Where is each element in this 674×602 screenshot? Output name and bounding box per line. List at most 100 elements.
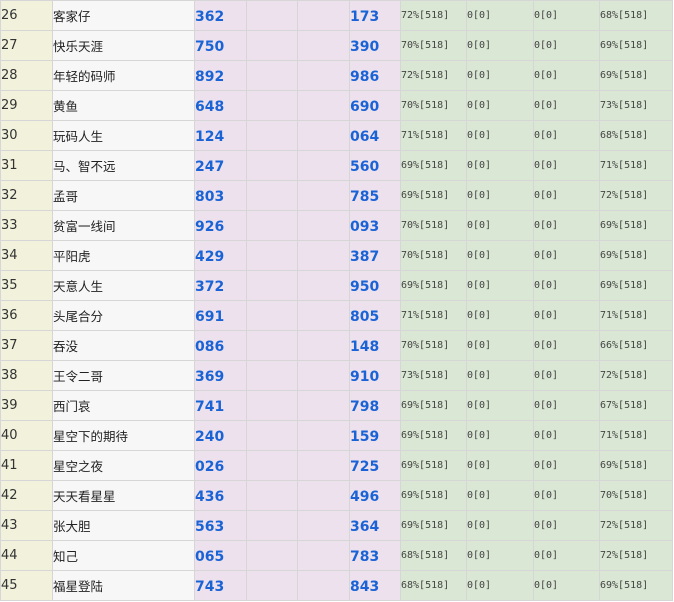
stat-cell-4: 68%[518] bbox=[599, 120, 673, 151]
empty-cell bbox=[297, 240, 350, 271]
stat-cell-3: 0[0] bbox=[533, 450, 600, 481]
stat-cell-4: 67%[518] bbox=[599, 390, 673, 421]
first-number-value: 743 bbox=[195, 579, 225, 595]
second-number-value: 064 bbox=[350, 129, 380, 145]
first-number-cell: 240 bbox=[194, 420, 247, 451]
empty-cell bbox=[246, 330, 298, 361]
user-name-cell: 吞没 bbox=[52, 330, 195, 361]
stat-cell-2: 0[0] bbox=[466, 240, 534, 271]
stat-cell-3: 0[0] bbox=[533, 240, 600, 271]
user-name-cell: 快乐天涯 bbox=[52, 30, 195, 61]
empty-cell bbox=[297, 150, 350, 181]
table-row: 44 知己 065 783 68%[518] 0[0] 0[0] 72%[518] bbox=[0, 540, 673, 571]
stat-cell-2: 0[0] bbox=[466, 0, 534, 31]
empty-cell bbox=[246, 90, 298, 121]
stat-cell-4: 73%[518] bbox=[599, 90, 673, 121]
second-number-value: 496 bbox=[350, 489, 380, 505]
first-number-value: 741 bbox=[195, 399, 225, 415]
empty-cell bbox=[246, 180, 298, 211]
user-name-cell: 年轻的码师 bbox=[52, 60, 195, 91]
stat-cell-2: 0[0] bbox=[466, 360, 534, 391]
table-row: 30 玩码人生 124 064 71%[518] 0[0] 0[0] 68%[518] bbox=[0, 120, 673, 151]
first-number-value: 803 bbox=[195, 189, 225, 205]
first-number-cell: 691 bbox=[194, 300, 247, 331]
user-name-cell: 贫富一线间 bbox=[52, 210, 195, 241]
first-number-cell: 372 bbox=[194, 270, 247, 301]
empty-cell bbox=[297, 30, 350, 61]
table-row: 41 星空之夜 026 725 69%[518] 0[0] 0[0] 69%[518] bbox=[0, 450, 673, 481]
table-row: 26 客家仔 362 173 72%[518] 0[0] 0[0] 68%[518] bbox=[0, 0, 673, 31]
stat-cell-2: 0[0] bbox=[466, 510, 534, 541]
second-number-cell: 387 bbox=[349, 240, 401, 271]
table-row: 45 福星登陆 743 843 68%[518] 0[0] 0[0] 69%[518] bbox=[0, 570, 673, 601]
second-number-cell: 690 bbox=[349, 90, 401, 121]
first-number-value: 240 bbox=[195, 429, 225, 445]
empty-cell bbox=[246, 450, 298, 481]
rank-cell: 29 bbox=[0, 90, 53, 121]
first-number-value: 065 bbox=[195, 549, 225, 565]
stat-cell-3: 0[0] bbox=[533, 390, 600, 421]
stat-cell-3: 0[0] bbox=[533, 540, 600, 571]
stat-cell-3: 0[0] bbox=[533, 270, 600, 301]
empty-cell bbox=[297, 270, 350, 301]
second-number-value: 173 bbox=[350, 9, 380, 25]
table-row: 31 马、智不远 247 560 69%[518] 0[0] 0[0] 71%[518] bbox=[0, 150, 673, 181]
empty-cell bbox=[297, 480, 350, 511]
empty-cell bbox=[297, 390, 350, 421]
first-number-cell: 429 bbox=[194, 240, 247, 271]
table-row: 29 黄鱼 648 690 70%[518] 0[0] 0[0] 73%[518] bbox=[0, 90, 673, 121]
rank-cell: 41 bbox=[0, 450, 53, 481]
first-number-value: 026 bbox=[195, 459, 225, 475]
stat-cell-1: 70%[518] bbox=[400, 30, 467, 61]
first-number-cell: 362 bbox=[194, 0, 247, 31]
second-number-value: 690 bbox=[350, 99, 380, 115]
first-number-value: 247 bbox=[195, 159, 225, 175]
rank-cell: 39 bbox=[0, 390, 53, 421]
stat-cell-2: 0[0] bbox=[466, 420, 534, 451]
empty-cell bbox=[246, 150, 298, 181]
stat-cell-2: 0[0] bbox=[466, 270, 534, 301]
second-number-cell: 843 bbox=[349, 570, 401, 601]
first-number-value: 086 bbox=[195, 339, 225, 355]
empty-cell bbox=[246, 210, 298, 241]
second-number-cell: 159 bbox=[349, 420, 401, 451]
stat-cell-3: 0[0] bbox=[533, 420, 600, 451]
first-number-cell: 247 bbox=[194, 150, 247, 181]
empty-cell bbox=[297, 510, 350, 541]
stat-cell-3: 0[0] bbox=[533, 90, 600, 121]
stat-cell-1: 69%[518] bbox=[400, 510, 467, 541]
second-number-cell: 148 bbox=[349, 330, 401, 361]
stat-cell-2: 0[0] bbox=[466, 210, 534, 241]
stat-cell-1: 71%[518] bbox=[400, 120, 467, 151]
stat-cell-3: 0[0] bbox=[533, 120, 600, 151]
stat-cell-4: 66%[518] bbox=[599, 330, 673, 361]
empty-cell bbox=[246, 300, 298, 331]
first-number-cell: 563 bbox=[194, 510, 247, 541]
second-number-cell: 725 bbox=[349, 450, 401, 481]
table-row: 28 年轻的码师 892 986 72%[518] 0[0] 0[0] 69%[518] bbox=[0, 60, 673, 91]
first-number-value: 691 bbox=[195, 309, 225, 325]
stat-cell-4: 69%[518] bbox=[599, 450, 673, 481]
stat-cell-1: 72%[518] bbox=[400, 0, 467, 31]
stat-cell-2: 0[0] bbox=[466, 330, 534, 361]
first-number-cell: 741 bbox=[194, 390, 247, 421]
first-number-value: 750 bbox=[195, 39, 225, 55]
rank-cell: 32 bbox=[0, 180, 53, 211]
rank-cell: 36 bbox=[0, 300, 53, 331]
ranking-table: 26 客家仔 362 173 72%[518] 0[0] 0[0] 68%[518] 27 快乐天… bbox=[0, 0, 673, 601]
stat-cell-1: 69%[518] bbox=[400, 180, 467, 211]
second-number-value: 910 bbox=[350, 369, 380, 385]
empty-cell bbox=[297, 60, 350, 91]
first-number-value: 369 bbox=[195, 369, 225, 385]
empty-cell bbox=[246, 420, 298, 451]
user-name-cell: 头尾合分 bbox=[52, 300, 195, 331]
stat-cell-1: 70%[518] bbox=[400, 240, 467, 271]
second-number-value: 805 bbox=[350, 309, 380, 325]
stat-cell-1: 69%[518] bbox=[400, 150, 467, 181]
first-number-value: 648 bbox=[195, 99, 225, 115]
second-number-value: 725 bbox=[350, 459, 380, 475]
rank-cell: 45 bbox=[0, 570, 53, 601]
stat-cell-4: 69%[518] bbox=[599, 240, 673, 271]
stat-cell-3: 0[0] bbox=[533, 330, 600, 361]
empty-cell bbox=[297, 360, 350, 391]
